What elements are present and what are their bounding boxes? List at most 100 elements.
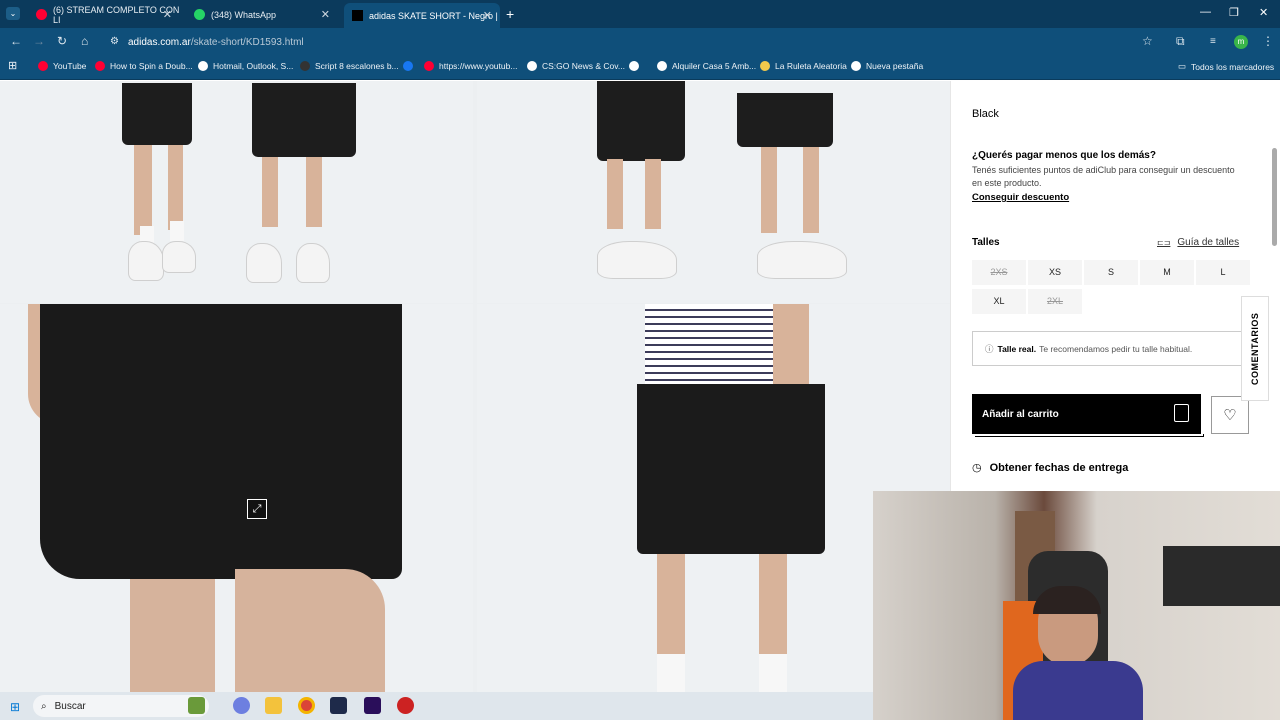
bookmark-label: Hotmail, Outlook, S... — [213, 61, 294, 71]
folder-icon: ▭ — [1178, 61, 1187, 71]
stream-app-icon[interactable] — [330, 697, 347, 714]
minimize-button[interactable]: — — [1200, 6, 1211, 18]
tab-whatsapp[interactable]: (348) WhatsApp ✕ — [186, 3, 338, 26]
bookmark-ruleta[interactable]: La Ruleta Aleatoria — [760, 61, 847, 71]
cart-button-shadow — [975, 434, 1204, 437]
close-tab-icon[interactable]: ✕ — [321, 8, 330, 21]
size-2xl[interactable]: 2XL — [1028, 289, 1082, 314]
restore-button[interactable]: ❐ — [1229, 6, 1239, 19]
bookmark-youtube-url[interactable]: https://www.youtub... — [424, 61, 517, 71]
youtube-icon — [38, 61, 48, 71]
home-icon[interactable]: ⌂ — [81, 34, 88, 48]
bookmark-label: CS:GO News & Cov... — [542, 61, 625, 71]
size-xl[interactable]: XL — [972, 289, 1026, 314]
taskbar-search[interactable]: ⌕ Buscar — [33, 695, 209, 717]
wheel-icon — [760, 61, 770, 71]
facebook-icon — [403, 61, 413, 71]
product-image-back[interactable] — [477, 81, 950, 303]
wishlist-heart-icon[interactable]: ♡ — [1211, 396, 1249, 434]
clock-icon: ◷ — [972, 462, 982, 474]
tab-search-menu[interactable]: ⌄ — [6, 7, 20, 20]
fit-note-bold: Talle real. — [997, 343, 1037, 354]
add-to-cart-button[interactable]: Añadir al carrito — [972, 394, 1201, 434]
url-domain: adidas.com.ar — [128, 37, 191, 48]
apps-grid-icon[interactable]: ⊞ — [8, 59, 17, 72]
premiere-icon[interactable] — [364, 697, 381, 714]
promo-title: ¿Querés pagar menos que los demás? — [972, 150, 1156, 161]
globe-icon — [198, 61, 208, 71]
reload-icon[interactable]: ↻ — [57, 34, 67, 48]
size-xs[interactable]: XS — [1028, 260, 1082, 285]
globe-icon — [629, 61, 639, 71]
tab-title: (6) STREAM COMPLETO CON LI — [53, 4, 180, 25]
profile-avatar[interactable]: m — [1234, 35, 1248, 49]
search-icon: ⌕ — [41, 700, 47, 712]
product-image-detail-front[interactable] — [0, 304, 473, 692]
size-label: M — [1163, 267, 1171, 277]
size-guide-label: Guía de talles — [1177, 237, 1240, 248]
size-m[interactable]: M — [1140, 260, 1194, 285]
game-icon[interactable] — [188, 697, 205, 714]
globe-icon — [657, 61, 667, 71]
size-l[interactable]: L — [1196, 260, 1250, 285]
file-explorer-icon[interactable] — [265, 697, 282, 714]
chrome-icon[interactable] — [298, 697, 315, 714]
close-tab-icon[interactable]: ✕ — [163, 8, 172, 21]
add-to-cart-label: Añadir al carrito — [982, 408, 1059, 420]
promo-description: Tenés suficientes puntos de adiClub para… — [972, 165, 1235, 188]
browser-menu-icon[interactable]: ⋮ — [1262, 34, 1274, 48]
color-name: Black — [972, 108, 999, 120]
bookmark-nueva[interactable]: Nueva pestaña — [851, 61, 923, 71]
bookmark-spin[interactable]: How to Spin a Doub... — [95, 61, 193, 71]
bookmark-csgo[interactable]: CS:GO News & Cov... — [527, 61, 625, 71]
webcam-overlay — [873, 491, 1280, 720]
url-path: /skate-short/KD1593.html — [190, 37, 304, 48]
shopping-bag-icon — [1174, 404, 1189, 422]
bookmark-label: Alquiler Casa 5 Amb... — [672, 61, 757, 71]
back-icon[interactable]: ← — [10, 34, 22, 48]
obs-icon[interactable] — [397, 697, 414, 714]
bookmark-label: Todos los marcadores — [1191, 61, 1275, 72]
size-label: S — [1107, 267, 1114, 277]
sizes-title: Talles — [972, 237, 1000, 248]
tab-adidas[interactable]: adidas SKATE SHORT - Negro | ✕ — [344, 3, 500, 28]
tab-youtube-stream[interactable]: (6) STREAM COMPLETO CON LI ✕ — [28, 3, 180, 26]
size-s[interactable]: S — [1084, 260, 1138, 285]
product-gallery — [0, 81, 950, 692]
bookmark-facebook[interactable] — [403, 61, 418, 71]
copilot-icon[interactable] — [233, 697, 250, 714]
bookmark-script[interactable]: Script 8 escalones b... — [300, 61, 399, 71]
ruler-icon: ⊏⊐ — [1157, 238, 1171, 247]
whatsapp-icon — [194, 9, 205, 20]
all-bookmarks-folder[interactable]: ▭ Todos los marcadores — [1178, 61, 1274, 72]
site-info-icon[interactable]: ⚙ — [110, 36, 119, 47]
close-tab-icon[interactable]: ✕ — [483, 9, 492, 22]
bookmark-label: La Ruleta Aleatoria — [775, 61, 847, 71]
size-label: 2XL — [1046, 296, 1063, 306]
product-image-front[interactable] — [0, 81, 473, 303]
get-discount-link[interactable]: Conseguir descuento — [972, 192, 1069, 203]
url-field[interactable]: adidas.com.ar/skate-short/KD1593.html — [128, 37, 304, 48]
windows-start-icon[interactable]: ⊞ — [10, 700, 20, 714]
fit-note: ⓘ Talle real. Te recomendamos pedir tu t… — [972, 331, 1242, 366]
bookmark-youtube[interactable]: YouTube — [38, 61, 86, 71]
media-icon[interactable]: ≡ — [1210, 36, 1216, 47]
bookmark-alquiler[interactable]: Alquiler Casa 5 Amb... — [657, 61, 756, 71]
forward-icon[interactable]: → — [33, 34, 45, 48]
close-window-button[interactable]: ✕ — [1259, 6, 1268, 19]
bookmark-globe[interactable] — [629, 61, 644, 71]
page-scrollbar[interactable] — [1272, 148, 1277, 246]
bookmark-hotmail[interactable]: Hotmail, Outlook, S... — [198, 61, 293, 71]
zoom-icon[interactable]: ⤢ — [247, 499, 267, 519]
globe-icon — [851, 61, 861, 71]
comments-tab[interactable]: COMENTARIOS — [1241, 296, 1269, 401]
tab-title: adidas SKATE SHORT - Negro | — [369, 10, 498, 21]
bookmark-star-icon[interactable]: ☆ — [1142, 34, 1153, 48]
extensions-icon[interactable]: ⧉ — [1176, 34, 1185, 49]
new-tab-button[interactable]: + — [506, 6, 514, 22]
size-guide-link[interactable]: ⊏⊐ Guía de talles — [1157, 237, 1239, 248]
size-label: L — [1220, 267, 1226, 277]
size-2xs[interactable]: 2XS — [972, 260, 1026, 285]
delivery-dates-link[interactable]: ◷ Obtener fechas de entrega — [972, 461, 1128, 475]
bookmark-label: Nueva pestaña — [866, 61, 924, 71]
